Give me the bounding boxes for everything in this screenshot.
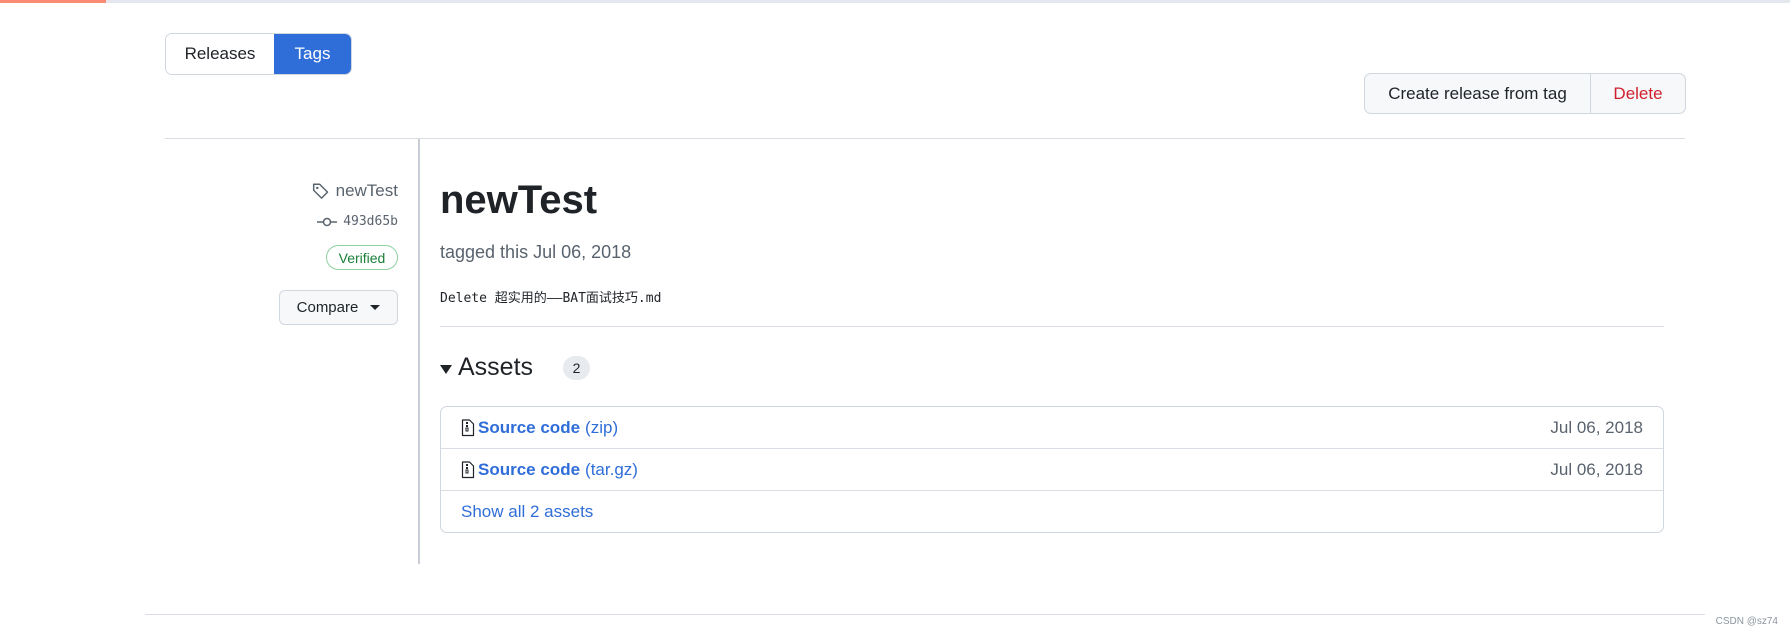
commit-sha: 493d65b — [343, 214, 398, 229]
compare-label: Compare — [296, 299, 359, 316]
asset-row: Source code (tar.gz) Jul 06, 2018 — [441, 449, 1663, 491]
asset-row: Source code (zip) Jul 06, 2018 — [441, 407, 1663, 449]
commit-icon — [317, 217, 338, 226]
tab-tags[interactable]: Tags — [274, 34, 351, 74]
tagged-date: tagged this Jul 06, 2018 — [440, 242, 632, 262]
file-zip-icon — [461, 460, 475, 478]
asset-ext-targz[interactable]: (tar.gz) — [585, 460, 638, 480]
triangle-down-icon — [440, 365, 452, 374]
file-zip-icon — [461, 418, 475, 436]
header-divider — [165, 138, 1685, 139]
footer-divider — [145, 614, 1705, 615]
watermark: CSDN @sz74 — [1715, 616, 1778, 627]
create-release-button[interactable]: Create release from tag — [1365, 74, 1591, 113]
show-all-assets-link[interactable]: Show all 2 assets — [461, 502, 593, 522]
releases-tags-toggle: Releases Tags — [165, 33, 352, 75]
assets-list: Source code (zip) Jul 06, 2018 Source co… — [440, 406, 1664, 533]
asset-row: Show all 2 assets — [441, 491, 1663, 533]
active-nav-indicator — [0, 0, 106, 3]
compare-button[interactable]: Compare — [279, 290, 398, 325]
commit-link[interactable]: 493d65b — [300, 214, 398, 229]
commit-message: Delete 超实用的——BAT面试技巧.md — [440, 291, 662, 306]
asset-link-targz[interactable]: Source code — [478, 460, 580, 480]
verified-badge[interactable]: Verified — [326, 245, 398, 270]
release-title[interactable]: newTest — [440, 176, 597, 224]
tag-icon — [312, 183, 328, 199]
asset-date: Jul 06, 2018 — [1550, 417, 1643, 437]
tag-link[interactable]: newTest — [300, 181, 398, 201]
asset-link-zip[interactable]: Source code — [478, 418, 580, 438]
delete-tag-button[interactable]: Delete — [1591, 74, 1685, 113]
assets-count-badge: 2 — [563, 355, 591, 380]
tab-releases[interactable]: Releases — [166, 34, 274, 74]
asset-ext-zip[interactable]: (zip) — [585, 418, 618, 438]
caret-down-icon — [370, 305, 381, 310]
tag-name: newTest — [335, 181, 398, 200]
content-divider — [440, 326, 1664, 327]
assets-toggle[interactable]: Assets 2 — [440, 353, 591, 382]
asset-date: Jul 06, 2018 — [1550, 459, 1643, 479]
tag-actions: Create release from tag Delete — [1364, 73, 1686, 114]
timeline-divider — [418, 139, 420, 564]
assets-heading: Assets — [458, 353, 534, 381]
top-border — [0, 0, 1790, 3]
